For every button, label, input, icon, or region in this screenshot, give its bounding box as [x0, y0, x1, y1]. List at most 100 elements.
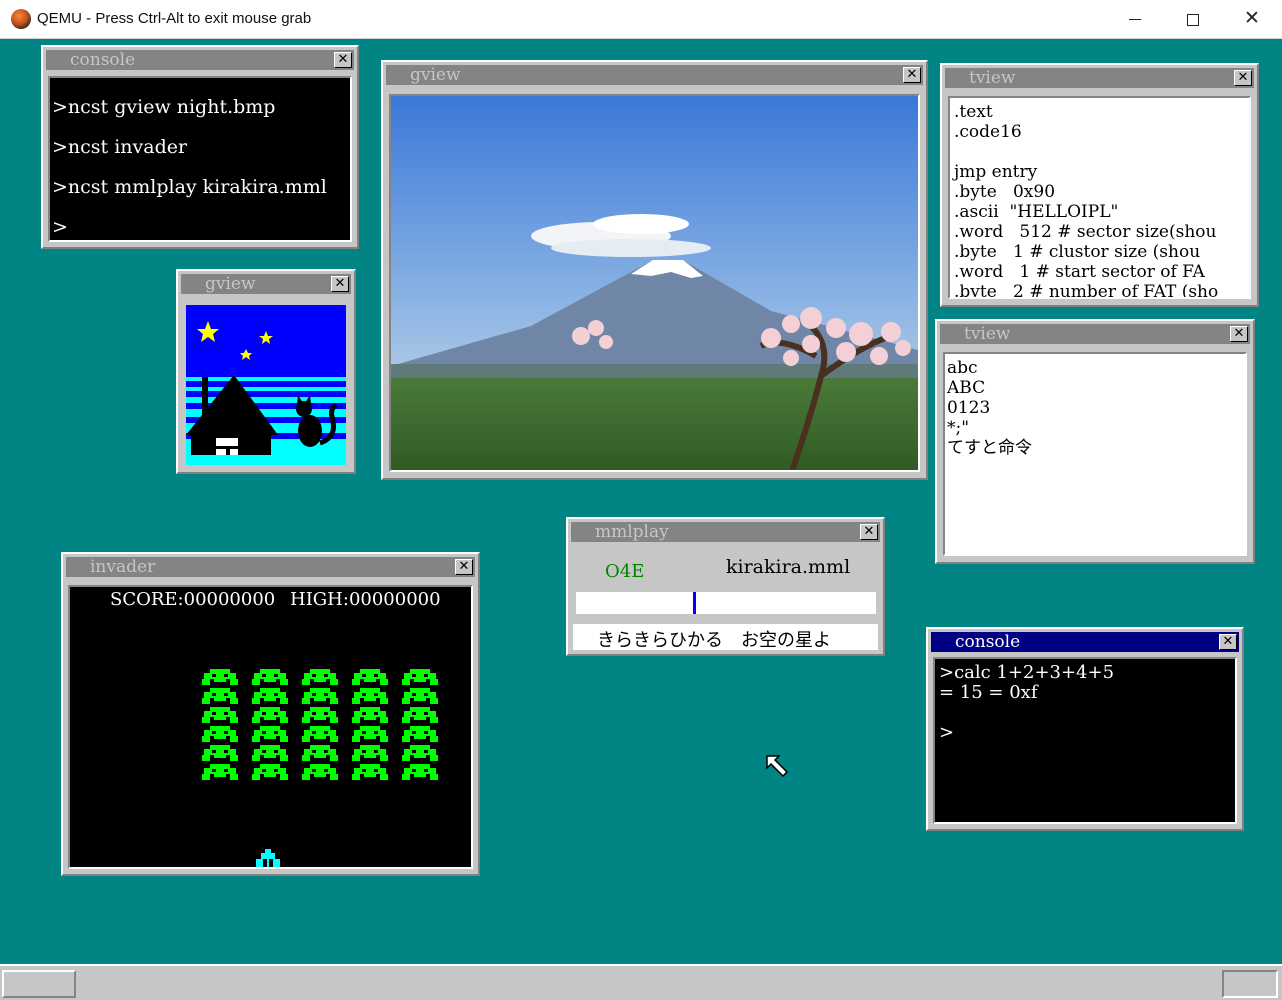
console-close-button-2[interactable]: ✕	[1219, 634, 1237, 650]
console-output-1[interactable]: >ncst gview night.bmp >ncst invader >ncs…	[48, 76, 352, 242]
alien-invader	[202, 707, 238, 723]
progress-marker	[693, 592, 696, 614]
console-close-button-1[interactable]: ✕	[334, 52, 352, 68]
text-line: abc	[947, 358, 978, 378]
text-line: .byte 2 # number of FAT (sho	[954, 282, 1219, 299]
mmlplay-title: mmlplay	[595, 522, 669, 542]
invader-titlebar[interactable]: invader ✕	[66, 557, 475, 577]
alien-invader	[402, 764, 438, 780]
minimize-button[interactable]	[1106, 0, 1164, 39]
alien-invader	[352, 688, 388, 704]
lyrics-bar: きらきらひかる お空の星よ	[573, 624, 878, 651]
tview-text-area-code[interactable]: .text .code16 jmp entry .byte 0x90 .asci…	[948, 96, 1251, 299]
text-line: .text	[954, 102, 993, 122]
alien-invader	[402, 669, 438, 685]
text-line: jmp entry	[954, 162, 1038, 182]
tview-titlebar-code[interactable]: tview ✕	[945, 68, 1254, 88]
console-title-2: console	[955, 632, 1021, 652]
lyrics-text: きらきらひかる お空の星よ	[597, 630, 831, 651]
qemu-window-title: QEMU - Press Ctrl-Alt to exit mouse grab	[37, 10, 312, 27]
console-window-1[interactable]: console ✕ >ncst gview night.bmp >ncst in…	[41, 45, 359, 249]
invader-title: invader	[90, 557, 156, 577]
tview-close-button-code[interactable]: ✕	[1234, 70, 1252, 86]
minimize-icon	[1129, 19, 1141, 20]
mmlplay-titlebar[interactable]: mmlplay ✕	[571, 522, 880, 542]
night-image	[186, 305, 346, 465]
night-scene-svg	[186, 305, 346, 465]
qemu-app-icon	[11, 9, 31, 29]
player-ship	[254, 849, 282, 867]
gview-title-photo: gview	[410, 65, 461, 85]
note-label: O4E	[605, 561, 645, 582]
console-prompt: >	[939, 722, 955, 743]
console-window-2[interactable]: console ✕ >calc 1+2+3+4+5 = 15 = 0xf >	[926, 627, 1244, 831]
console-line: >calc 1+2+3+4+5	[939, 662, 1115, 683]
tview-titlebar-text[interactable]: tview ✕	[940, 324, 1250, 344]
alien-invader	[202, 688, 238, 704]
text-line: 0123	[947, 398, 991, 418]
tview-text-area-text[interactable]: abc ABC 0123 *;" てすと命令	[943, 352, 1247, 556]
gview-close-button-night[interactable]: ✕	[331, 276, 349, 292]
console-line: >ncst mmlplay kirakira.mml	[52, 176, 327, 198]
alien-invader	[302, 669, 338, 685]
gview-window-photo[interactable]: gview ✕	[381, 60, 928, 480]
alien-invader	[302, 745, 338, 761]
invader-window[interactable]: invader ✕ SCORE:00000000 HIGH:00000000	[61, 552, 480, 876]
invader-close-button[interactable]: ✕	[455, 559, 473, 575]
tview-window-text[interactable]: tview ✕ abc ABC 0123 *;" てすと命令	[935, 319, 1255, 564]
text-line: .ascii "HELLOIPL"	[954, 202, 1119, 222]
text-line: .word 1 # start sector of FA	[954, 262, 1205, 282]
console-prompt: >	[52, 216, 68, 238]
alien-invader	[202, 669, 238, 685]
tview-title-code: tview	[969, 68, 1016, 88]
text-line: .word 512 # sector size(shou	[954, 222, 1217, 242]
console-line: >ncst gview night.bmp	[52, 96, 276, 118]
console-line: = 15 = 0xf	[939, 682, 1038, 703]
text-line: .code16	[954, 122, 1022, 142]
gview-titlebar-night[interactable]: gview ✕	[181, 274, 351, 294]
alien-invader	[302, 688, 338, 704]
alien-invader	[352, 764, 388, 780]
alien-invader	[252, 669, 288, 685]
score-label: SCORE:00000000	[110, 589, 276, 610]
console-titlebar-1[interactable]: console ✕	[46, 50, 354, 70]
tview-window-code[interactable]: tview ✕ .text .code16 jmp entry .byte 0x…	[940, 63, 1259, 307]
alien-invader	[252, 726, 288, 742]
mountain-photo-svg	[391, 96, 918, 470]
maximize-icon	[1187, 14, 1199, 26]
close-icon: ✕	[1244, 7, 1260, 29]
gview-title-night: gview	[205, 274, 256, 294]
start-button[interactable]	[2, 970, 76, 998]
alien-formation	[202, 669, 452, 794]
mmlplay-close-button[interactable]: ✕	[860, 524, 878, 540]
maximize-button[interactable]	[1164, 0, 1222, 39]
gview-titlebar-photo[interactable]: gview ✕	[386, 65, 923, 85]
alien-invader	[252, 764, 288, 780]
file-name-label: kirakira.mml	[726, 556, 851, 578]
text-line	[954, 142, 1249, 162]
mmlplay-window[interactable]: mmlplay ✕ O4E kirakira.mml きらきらひかる お空の星よ	[566, 517, 885, 656]
alien-invader	[352, 726, 388, 742]
tview-close-button-text[interactable]: ✕	[1230, 326, 1248, 342]
console-title-1: console	[70, 50, 136, 70]
mountain-photo	[389, 94, 920, 472]
alien-invader	[352, 707, 388, 723]
qemu-title-bar: QEMU - Press Ctrl-Alt to exit mouse grab…	[0, 0, 1282, 39]
alien-invader	[402, 707, 438, 723]
close-window-button[interactable]: ✕	[1222, 0, 1280, 39]
text-line: *;"	[947, 418, 970, 438]
gview-window-night[interactable]: gview ✕	[176, 269, 356, 474]
alien-invader	[402, 688, 438, 704]
alien-invader	[402, 745, 438, 761]
console-output-2[interactable]: >calc 1+2+3+4+5 = 15 = 0xf >	[933, 657, 1237, 824]
console-titlebar-2[interactable]: console ✕	[931, 632, 1239, 652]
mouse-cursor-icon	[766, 755, 790, 779]
taskbar	[0, 964, 1282, 1000]
alien-invader	[252, 745, 288, 761]
gview-close-button-photo[interactable]: ✕	[903, 67, 921, 83]
invader-game-area[interactable]: SCORE:00000000 HIGH:00000000	[68, 585, 473, 869]
progress-track	[576, 592, 876, 614]
console-line: >ncst invader	[52, 136, 188, 158]
alien-invader	[302, 764, 338, 780]
